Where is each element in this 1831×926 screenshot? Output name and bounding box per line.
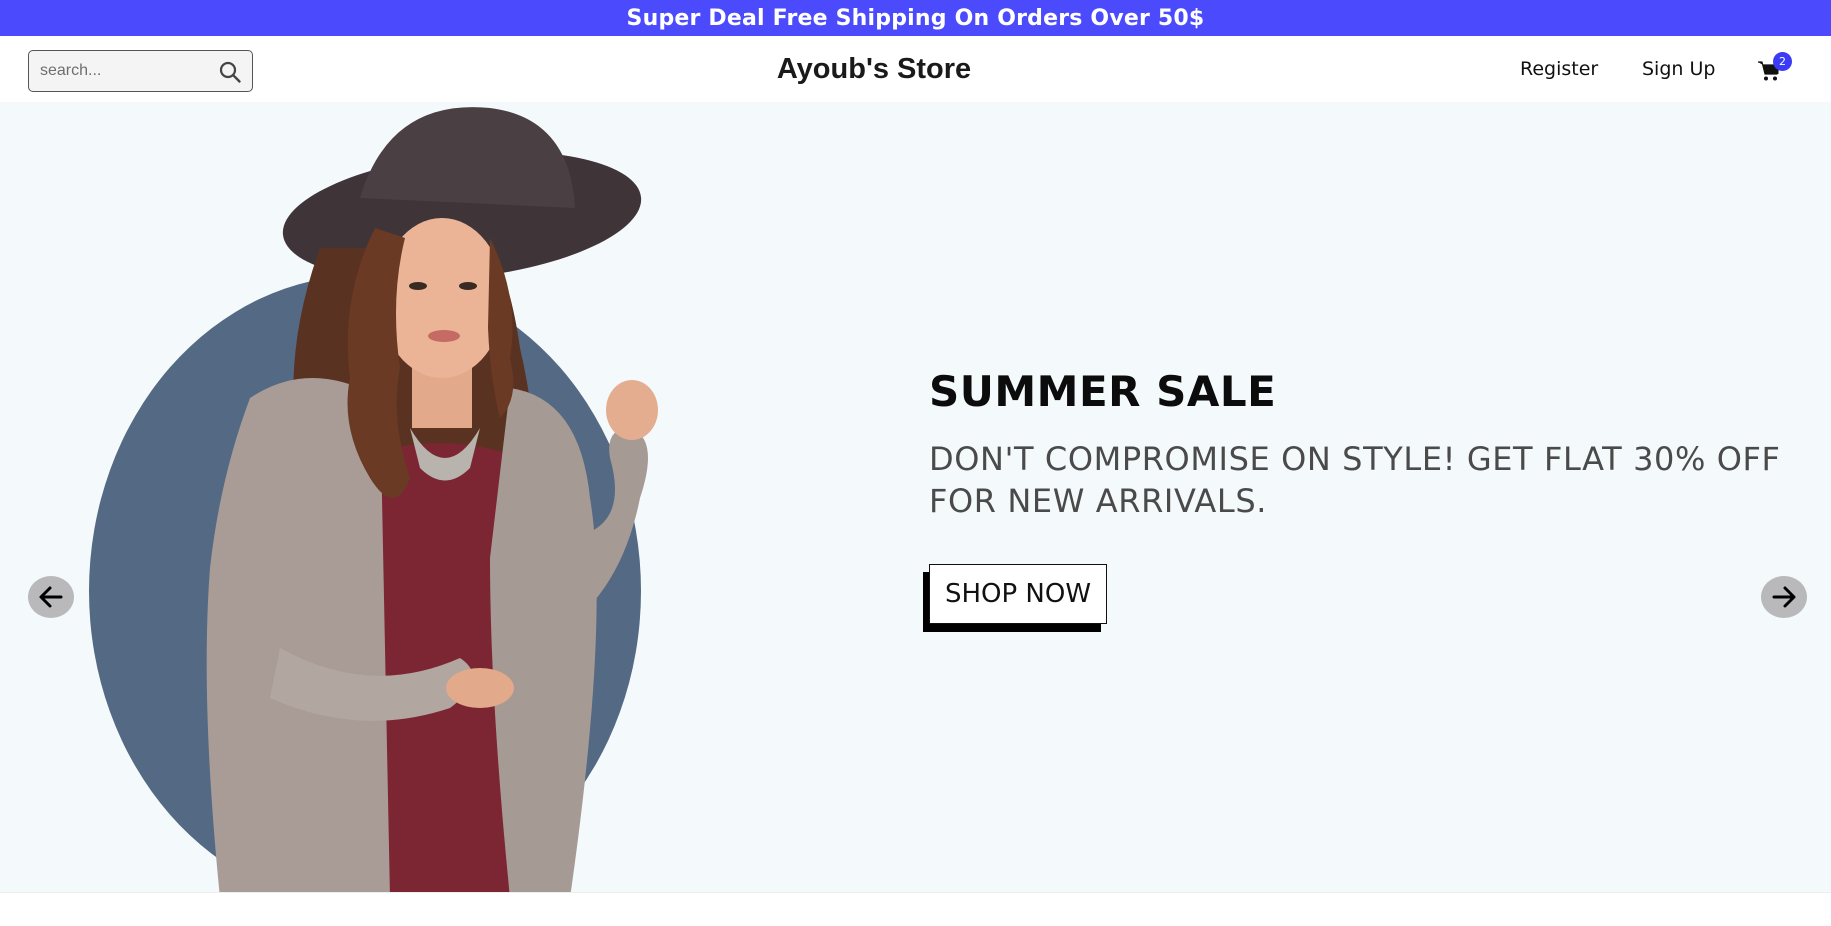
hero-content: SUMMER SALE DON'T COMPROMISE ON STYLE! G…: [929, 367, 1789, 624]
hero-title: SUMMER SALE: [929, 367, 1277, 416]
hero-model-image: [206, 107, 658, 892]
announcement-bar: Super Deal Free Shipping On Orders Over …: [0, 0, 1831, 36]
cart-button[interactable]: 2: [1757, 52, 1797, 86]
hero-description: DON'T COMPROMISE ON STYLE! GET FLAT 30% …: [929, 440, 1781, 520]
search-box[interactable]: [28, 50, 253, 92]
store-logo: Ayoub's Store: [776, 52, 972, 85]
slider-prev-button[interactable]: [28, 576, 74, 618]
sign-up-link[interactable]: Sign Up: [1642, 58, 1715, 80]
search-icon[interactable]: [218, 60, 242, 84]
arrow-right-icon: [1772, 586, 1796, 608]
arrow-left-icon: [39, 586, 63, 608]
search-input[interactable]: [38, 53, 218, 89]
page-content-below: [0, 892, 1831, 926]
slider-next-button[interactable]: [1761, 576, 1807, 618]
cart-badge: 2: [1773, 52, 1792, 71]
announcement-text: Super Deal Free Shipping On Orders Over …: [626, 5, 1205, 31]
hero-slider: SUMMER SALE DON'T COMPROMISE ON STYLE! G…: [0, 102, 1831, 892]
register-link[interactable]: Register: [1520, 58, 1598, 80]
navbar: Ayoub's Store Register Sign Up 2: [0, 36, 1831, 102]
shop-now-button[interactable]: SHOP NOW: [929, 564, 1107, 624]
